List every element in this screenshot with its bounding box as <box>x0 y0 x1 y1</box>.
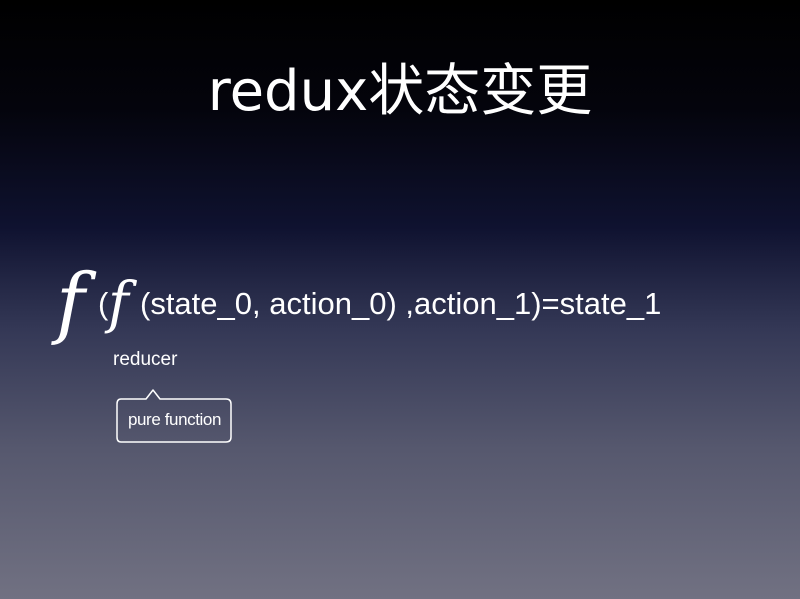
inner-function-symbol: f <box>108 271 129 336</box>
reducer-label: reducer <box>113 349 178 370</box>
callout-text: pure function <box>127 410 222 429</box>
formula: f ( f (state_0, action_0) ,action_1)=sta… <box>0 0 800 599</box>
pure-function-callout: pure function <box>116 384 234 444</box>
formula-expression: (state_0, action_0) ,action_1)=state_1 <box>140 286 662 321</box>
open-paren: ( <box>98 286 109 321</box>
outer-function-symbol: f <box>56 258 85 348</box>
slide: redux状态变更 f ( f (state_0, action_0) ,act… <box>0 0 800 599</box>
